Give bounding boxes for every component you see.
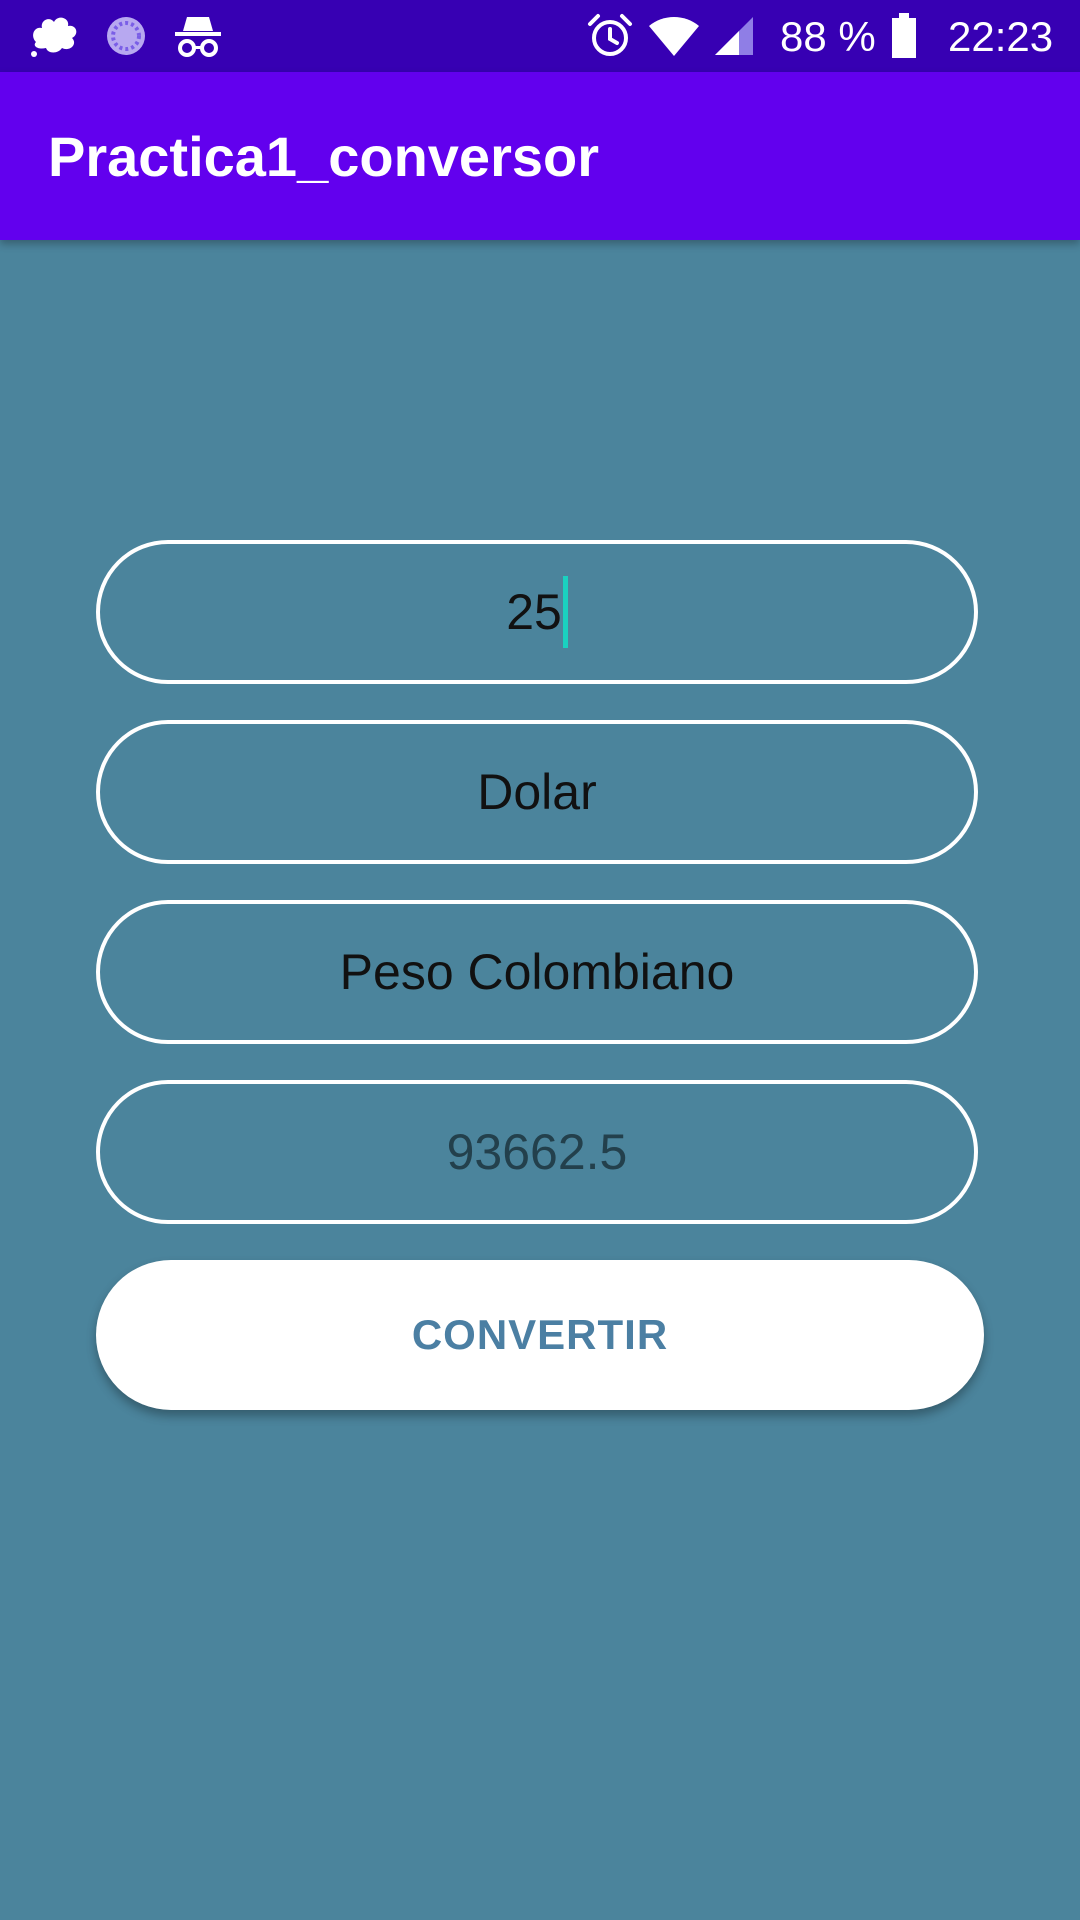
- battery-percentage: 88 %: [780, 13, 876, 60]
- incognito-icon: [172, 10, 224, 62]
- convert-button-label: CONVERTIR: [411, 1311, 669, 1358]
- app-notification-icon: [24, 10, 84, 62]
- result-field[interactable]: 93662.5: [96, 1080, 978, 1224]
- wifi-icon: [646, 10, 702, 62]
- status-bar: 88 % 22:23: [0, 0, 1080, 72]
- sync-icon: [102, 10, 150, 62]
- amount-value: 25: [506, 584, 562, 640]
- app-title: Practica1_conversor: [48, 125, 600, 188]
- clock: 22:23: [948, 13, 1054, 60]
- amount-input[interactable]: 25: [96, 540, 978, 684]
- to-currency-value: Peso Colombiano: [339, 944, 735, 1000]
- to-currency-spinner[interactable]: Peso Colombiano: [96, 900, 978, 1044]
- signal-icon: [712, 10, 756, 62]
- result-value: 93662.5: [446, 1124, 628, 1180]
- battery-icon: [888, 10, 920, 62]
- text-cursor: [562, 576, 568, 648]
- from-currency-value: Dolar: [477, 764, 597, 820]
- alarm-icon: [584, 10, 636, 62]
- convert-button[interactable]: CONVERTIR: [96, 1260, 984, 1410]
- app-bar: Practica1_conversor: [0, 72, 1080, 240]
- from-currency-spinner[interactable]: Dolar: [96, 720, 978, 864]
